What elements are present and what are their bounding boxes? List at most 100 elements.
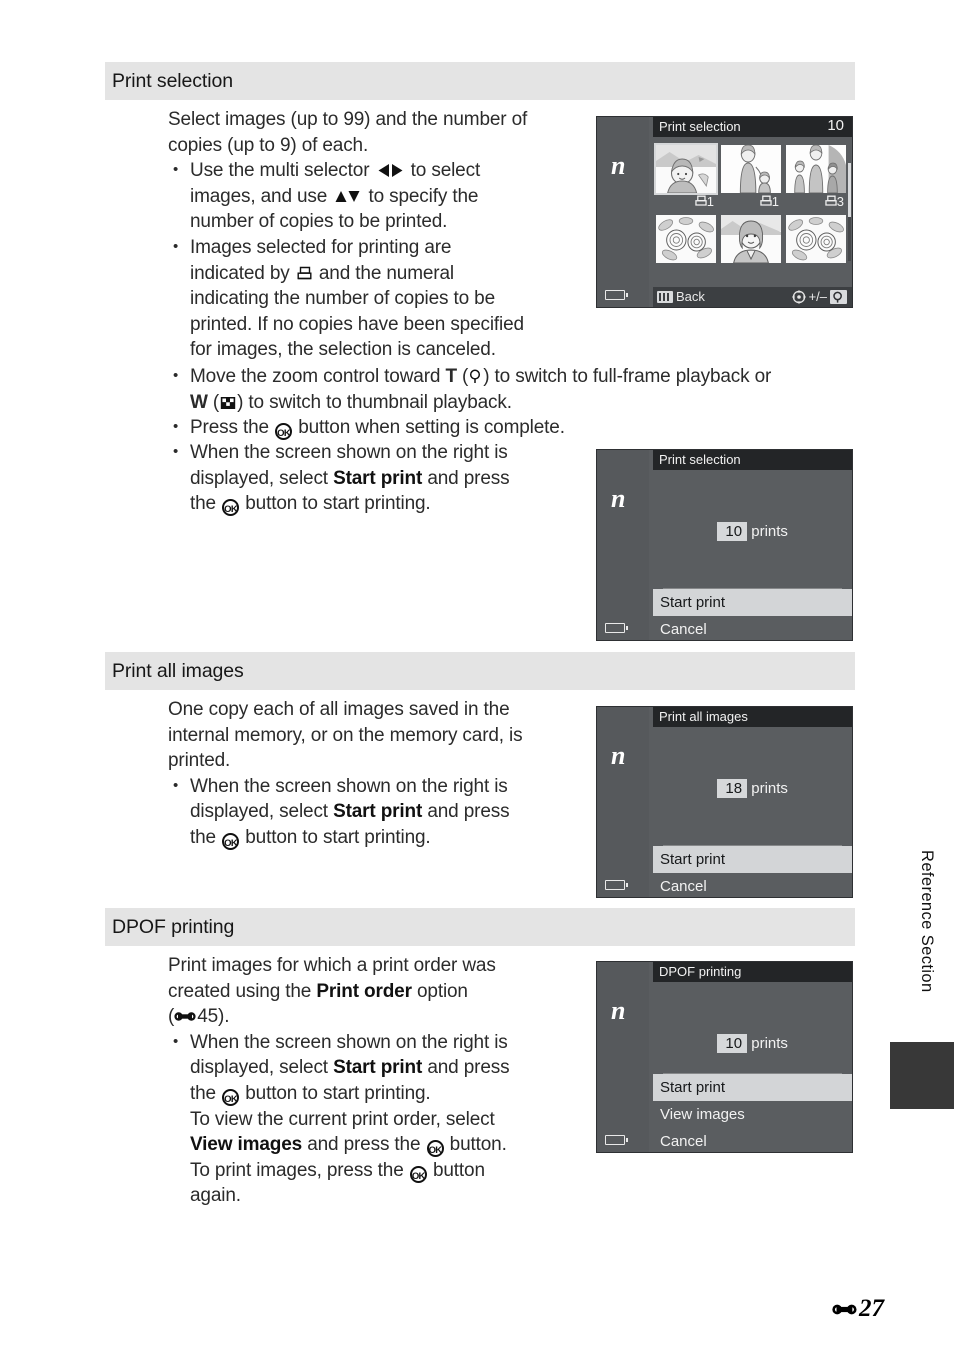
list-item: When the screen shown on the right is di… (168, 773, 568, 851)
menu-icon (657, 291, 673, 303)
up-down-arrows-icon (335, 190, 360, 202)
menu-option-cancel[interactable]: Cancel (653, 873, 852, 900)
thumbnail-copies (721, 263, 781, 281)
list-item: When the screen shown on the right is di… (168, 439, 568, 517)
body-dpof-printing: Print images for which a print order was… (168, 953, 568, 1209)
camera-screen-dpof-dialog: n DPOF printing 10 prints Start print Vi… (596, 961, 853, 1153)
thumbnail-image-flowers (786, 215, 846, 263)
thumbnail-copies: 3 (786, 193, 846, 211)
camera-brand-logo: n (611, 151, 626, 180)
screen-titlebar: Print all images (653, 707, 852, 727)
thumbnail-image-flowers (656, 215, 716, 263)
magnifier-icon[interactable] (830, 290, 847, 304)
thumbnail-image-woman-and-child (721, 145, 781, 193)
list-item: Images selected for printing are indicat… (168, 234, 568, 363)
camera-brand-logo: n (611, 996, 626, 1025)
camera-display: Print all images 18 prints Start print C… (653, 707, 852, 897)
ok-button-icon: OK (275, 423, 293, 441)
print-order-ref: Print order (316, 980, 412, 1002)
camera-left-rail: n (597, 117, 649, 307)
prints-count-line: 18 prints (653, 779, 852, 798)
screen-titlebar: Print selection 10 (653, 117, 852, 137)
ok-button-icon: OK (222, 832, 240, 850)
list-item: Press the OK button when setting is comp… (168, 414, 858, 441)
camera-display: DPOF printing 10 prints Start print View… (653, 962, 852, 1152)
side-tab-label: Reference Section (918, 850, 936, 993)
camera-left-rail: n (597, 962, 649, 1152)
thumbnail-cell[interactable]: 1 (721, 145, 781, 213)
ok-button-icon: OK (222, 499, 240, 517)
camera-screen-print-selection-dialog: n Print selection 10 prints Start print … (596, 449, 853, 641)
page-number: 27 (859, 1295, 884, 1322)
prints-unit-label: prints (751, 1035, 788, 1052)
side-tab-marker (890, 1042, 954, 1109)
menu-option-cancel[interactable]: Cancel (653, 616, 852, 643)
menu-option-start-print[interactable]: Start print (653, 589, 852, 616)
camera-left-rail: n (597, 707, 649, 897)
screen-bottom-bar: Back +/– (653, 287, 852, 307)
thumbnail-copies (786, 263, 846, 281)
multi-selector-icon (791, 290, 806, 304)
view-images-ref: View images (190, 1134, 303, 1156)
print-copies-icon (760, 195, 772, 206)
section-header-print-selection: Print selection (105, 62, 855, 100)
reference-mark-icon (174, 1012, 196, 1021)
thumbnail-copies: 1 (721, 193, 781, 211)
ok-button-icon: OK (222, 1088, 240, 1106)
paragraph-intro: Select images (up to 99) and the number … (168, 109, 528, 156)
adjust-copies-label: +/– (808, 289, 827, 304)
thumbnail-grid-icon (220, 396, 236, 409)
thumbnail-copies: 1 (656, 193, 716, 211)
back-control[interactable]: Back (657, 287, 705, 307)
dialog-body: 10 prints Start print Cancel (653, 470, 852, 640)
thumbnail-image-girl-outdoors (654, 143, 718, 195)
manual-page: Print selection Select images (up to 99)… (0, 0, 954, 1345)
battery-icon (605, 880, 628, 890)
thumbnail-cell[interactable] (656, 215, 716, 283)
prints-count-line: 10 prints (653, 1034, 852, 1053)
thumbnail-row: 1 1 3 (654, 143, 846, 213)
menu-option-start-print[interactable]: Start print (653, 846, 852, 873)
print-copies-icon (695, 195, 707, 206)
thumbnail-image-family-walking (786, 145, 846, 193)
selection-count: 10 (827, 117, 844, 134)
menu-option-view-images[interactable]: View images (653, 1101, 852, 1128)
thumbnail-image-portrait-woman (721, 215, 781, 263)
print-copies-icon (825, 195, 837, 206)
body-print-selection-wide: Move the zoom control toward T ( ) to sw… (168, 363, 858, 441)
start-print-ref: Start print (333, 801, 423, 823)
screen-titlebar: DPOF printing (653, 962, 852, 982)
camera-display: Print selection 10 prints Start print Ca… (653, 450, 852, 640)
camera-left-rail: n (597, 450, 649, 640)
list-item: When the screen shown on the right is di… (168, 1029, 568, 1209)
paragraph-intro: Print images for which a print order was… (168, 955, 496, 1028)
left-right-arrows-icon (378, 164, 403, 178)
thumbnail-cell[interactable]: 1 (654, 143, 718, 213)
thumbnail-cell[interactable] (721, 215, 781, 283)
thumbnail-copies (656, 263, 716, 281)
reference-mark-icon (832, 1304, 857, 1314)
section-title: Print selection (112, 69, 233, 92)
scrollbar[interactable] (848, 163, 851, 261)
thumbnail-cell[interactable]: 3 (786, 145, 846, 213)
camera-brand-logo: n (611, 741, 626, 770)
bullet-list-print-selection: Use the multi selector to select images,… (168, 157, 568, 363)
dialog-body: 18 prints Start print Cancel (653, 727, 852, 897)
section-header-print-all-images: Print all images (105, 652, 855, 690)
prints-count-value: 10 (717, 522, 748, 541)
section-header-dpof-printing: DPOF printing (105, 908, 855, 946)
bullet-list-print-all: When the screen shown on the right is di… (168, 773, 568, 851)
start-print-ref: Start print (333, 467, 423, 489)
menu-option-cancel[interactable]: Cancel (653, 1128, 852, 1155)
back-label: Back (676, 289, 705, 304)
camera-screen-print-selection-grid: n Print selection 10 1 1 3 Back +/– (596, 116, 853, 308)
screen-title: Print all images (659, 709, 748, 724)
body-print-selection-last: When the screen shown on the right is di… (168, 439, 568, 517)
screen-title: DPOF printing (659, 964, 742, 979)
battery-icon (605, 623, 628, 633)
menu-option-start-print[interactable]: Start print (653, 1074, 852, 1101)
thumbnail-cell[interactable] (786, 215, 846, 283)
bullet-list-dpof: When the screen shown on the right is di… (168, 1029, 568, 1209)
screen-title: Print selection (659, 452, 741, 467)
dialog-body: 10 prints Start print View images Cancel (653, 982, 852, 1152)
